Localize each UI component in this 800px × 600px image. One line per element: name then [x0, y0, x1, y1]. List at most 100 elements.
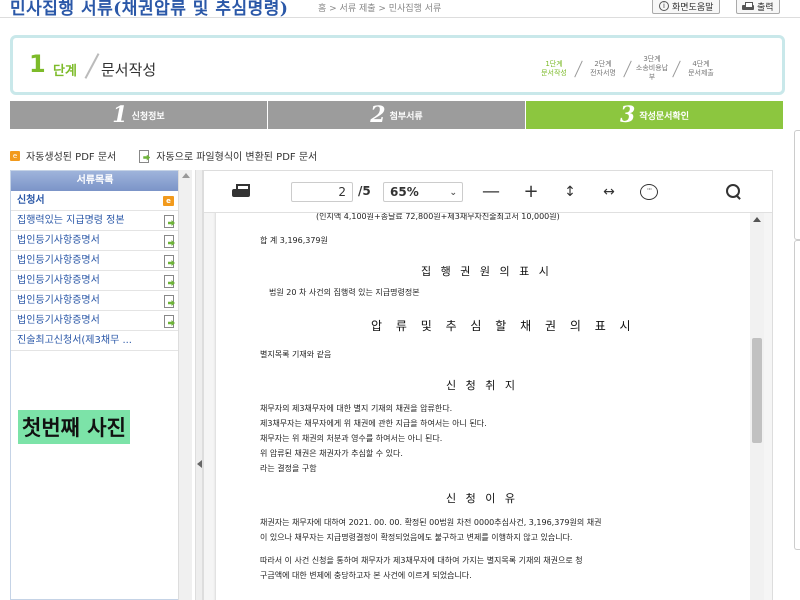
doc-line: 라는 결정을 구함 — [260, 464, 317, 473]
more-options-icon[interactable]: ··· — [640, 184, 658, 200]
zoom-value: 65% — [390, 185, 419, 199]
converted-pdf-icon — [163, 235, 175, 248]
collapse-arrow-icon[interactable] — [197, 460, 202, 468]
document-list-header: 서류목록 — [11, 171, 179, 191]
fit-height-icon[interactable]: ↕ — [558, 180, 582, 204]
step-name: 문서작성 — [101, 61, 157, 79]
tab-document-review[interactable]: 3 작성문서확인 — [526, 101, 783, 129]
doc-line: 법원 20 차 사건의 집행력 있는 지급명령정본 — [269, 288, 420, 297]
pdf-page-area: (인지액 4,100원+송달료 72,800원+제3채무자진술최고서 10,00… — [204, 213, 772, 600]
step-4: 4단계 문서제출 — [683, 60, 719, 78]
step-2-bottom: 전자서명 — [590, 68, 616, 77]
step-1-bottom: 문서작성 — [541, 68, 567, 77]
breadcrumb: 홈 > 서류 제출 > 민사집행 서류 — [318, 4, 442, 14]
step-indicator: 1단계 문서작성 2단계 전자서명 3단계 소송비용납부 4단계 문서제출 — [536, 55, 719, 82]
step-word: 단계 — [53, 64, 77, 79]
doc-line: 채무자의 제3채무자에 대한 별지 기재의 채권을 압류한다. — [260, 404, 453, 413]
converted-pdf-icon — [138, 149, 150, 163]
tab-label: 첨부서류 — [389, 111, 423, 122]
search-icon[interactable] — [726, 184, 742, 200]
doc-heading: 압 류 및 추 심 할 채 권 의 표 시 — [371, 319, 636, 333]
list-item[interactable]: 법인등기사항증명서 — [11, 271, 179, 291]
step-separator — [574, 60, 583, 77]
document-list: 서류목록 신청서 e 집행력있는 지급명령 정본 법인등기사항증명서 법인등기사항… — [10, 170, 180, 600]
step-number: 1 — [29, 50, 46, 78]
page-title: 민사집행 서류(채권압류 및 추심명령) — [10, 0, 289, 19]
tab-label: 작성문서확인 — [639, 111, 689, 122]
zoom-in-icon[interactable]: + — [519, 180, 543, 204]
step-3: 3단계 소송비용납부 — [634, 55, 670, 82]
panel-splitter[interactable] — [195, 170, 203, 600]
step-3-bottom: 소송비용납부 — [635, 64, 669, 81]
step-2-top: 2단계 — [594, 59, 612, 68]
doc-line: 채무자는 위 채권의 처분과 영수를 하여서는 아니 된다. — [260, 434, 443, 443]
converted-pdf-label: 자동으로 파일형식이 변환된 PDF 문서 — [156, 152, 318, 163]
tab-number: 1 — [112, 102, 128, 128]
converted-pdf-icon — [163, 255, 175, 268]
step-4-bottom: 문서제출 — [688, 68, 714, 77]
side-panel-edge — [794, 130, 800, 240]
doc-line: 별지목록 기재와 같음 — [260, 350, 332, 359]
tab-attachments[interactable]: 2 첨부서류 — [268, 101, 526, 129]
list-item[interactable]: 법인등기사항증명서 — [11, 291, 179, 311]
step-4-top: 4단계 — [692, 59, 710, 68]
list-item[interactable]: 법인등기사항증명서 — [11, 311, 179, 331]
list-item[interactable]: 법인등기사항증명서 — [11, 251, 179, 271]
fit-width-icon[interactable]: ↔ — [597, 180, 621, 204]
pdf-legend: e 자동생성된 PDF 문서 자동으로 파일형식이 변환된 PDF 문서 — [10, 148, 317, 163]
doc-line: 따라서 이 사건 신청을 통하여 채무자가 제3채무자에 대하여 가지는 별지목… — [260, 556, 583, 565]
print-button[interactable]: 출력 — [736, 0, 780, 14]
list-item[interactable]: 신청서 e — [11, 191, 179, 211]
doc-line: 합 계 3,196,379원 — [260, 236, 328, 245]
doc-line: 이 있으나 채무자는 지급명령결정이 확정되었음에도 불구하고 변제를 이행하지… — [260, 533, 573, 542]
pdf-scrollbar[interactable] — [750, 213, 764, 600]
doc-heading: 신 청 취 지 — [446, 379, 518, 392]
pdf-toolbar: 2 /5 65% ⌄ — + ↕ ↔ ··· — [204, 171, 772, 213]
step-header: 1 단계 문서작성 1단계 문서작성 2단계 전자서명 3단계 소송비용납부 4단계 문… — [10, 35, 785, 95]
doc-heading: 신 청 이 유 — [446, 492, 518, 505]
tab-application-info[interactable]: 1 신청정보 — [10, 101, 268, 129]
converted-pdf-icon — [163, 295, 175, 308]
zoom-select[interactable]: 65% ⌄ — [383, 182, 463, 202]
zoom-out-icon[interactable]: — — [479, 180, 503, 204]
auto-pdf-label: 자동생성된 PDF 문서 — [26, 152, 117, 163]
doc-line: (인지액 4,100원+송달료 72,800원+제3채무자진술최고서 10,00… — [316, 213, 560, 221]
page-total: /5 — [358, 184, 371, 198]
auto-pdf-icon: e — [163, 196, 174, 206]
overlay-label: 첫번째 사진 — [18, 410, 130, 444]
converted-pdf-icon — [163, 215, 175, 228]
print-button-label: 출력 — [757, 2, 774, 13]
scrollbar-thumb[interactable] — [752, 338, 762, 443]
step-2: 2단계 전자서명 — [585, 60, 621, 78]
help-button-label: 화면도움말 — [672, 2, 714, 13]
pdf-viewer: 2 /5 65% ⌄ — + ↕ ↔ ··· (인지액 4,100원+송달료 72… — [203, 170, 773, 600]
converted-pdf-icon — [163, 275, 175, 288]
tab-number: 3 — [620, 102, 636, 128]
pdf-page: (인지액 4,100원+송달료 72,800원+제3채무자진술최고서 10,00… — [216, 213, 750, 600]
scroll-up-icon[interactable] — [182, 173, 190, 178]
tab-number: 2 — [370, 102, 386, 128]
step-separator — [623, 60, 632, 77]
help-button[interactable]: i 화면도움말 — [652, 0, 721, 14]
step-3-top: 3단계 — [643, 55, 661, 63]
doc-heading: 집 행 권 원 의 표 시 — [421, 265, 552, 278]
list-item[interactable]: 집행력있는 지급명령 정본 — [11, 211, 179, 231]
converted-pdf-icon — [163, 315, 175, 328]
list-item[interactable]: 법인등기사항증명서 — [11, 231, 179, 251]
doc-line: 구금액에 대한 변제에 충당하고자 본 사건에 이르게 되었습니다. — [260, 571, 472, 580]
app-root: 민사집행 서류(채권압류 및 추심명령) 홈 > 서류 제출 > 민사집행 서류… — [0, 0, 800, 600]
page-number-input[interactable]: 2 — [291, 182, 353, 202]
chevron-down-icon: ⌄ — [449, 188, 457, 198]
print-icon[interactable] — [232, 184, 250, 199]
scroll-up-icon[interactable] — [753, 217, 761, 222]
progress-tabs: 1 신청정보 2 첨부서류 3 작성문서확인 — [10, 101, 783, 129]
list-item[interactable]: 진술최고신청서(제3채무 ... — [11, 331, 179, 351]
step-1: 1단계 문서작성 — [536, 60, 572, 78]
printer-icon — [742, 1, 754, 11]
step-1-top: 1단계 — [545, 59, 563, 68]
auto-pdf-icon: e — [10, 150, 20, 161]
document-list-scrollbar[interactable] — [178, 170, 192, 600]
title-bar: 민사집행 서류(채권압류 및 추심명령) 홈 > 서류 제출 > 민사집행 서류… — [0, 0, 800, 19]
doc-line: 위 압류된 채권은 채권자가 추심할 수 있다. — [260, 449, 403, 458]
doc-line: 제3채무자는 채무자에게 위 채권에 관한 지급을 하여서는 아니 된다. — [260, 419, 487, 428]
